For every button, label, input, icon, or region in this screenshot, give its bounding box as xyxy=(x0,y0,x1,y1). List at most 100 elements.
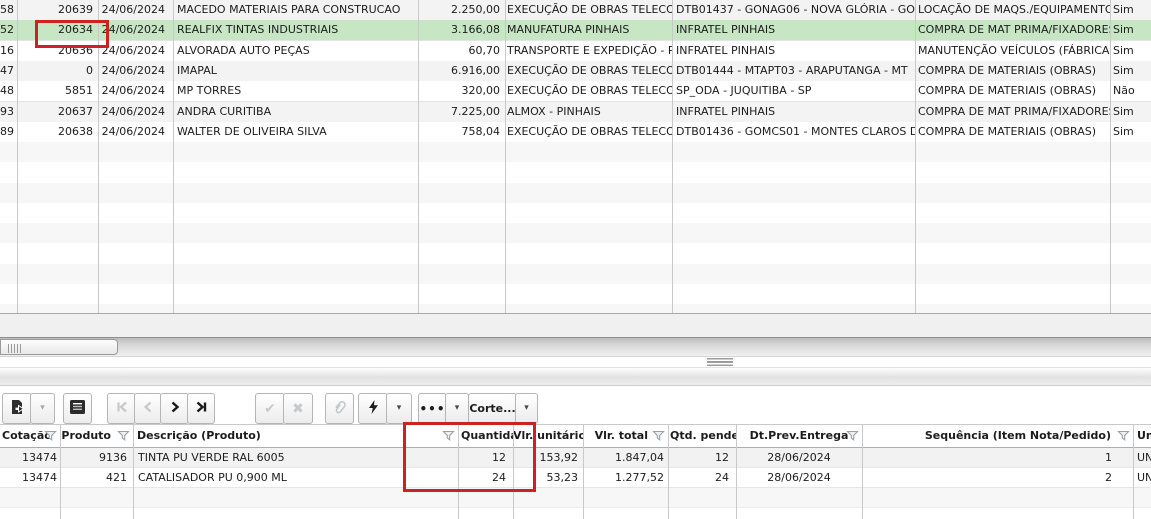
grid-cell[interactable]: TINTA PU VERDE RAL 6005 xyxy=(133,448,458,467)
grid-cell[interactable]: 93 xyxy=(0,102,17,122)
grid-cell[interactable]: 24/06/2024 xyxy=(98,122,173,142)
grid-cell[interactable]: COMPRA DE MATERIAIS (OBRAS) xyxy=(915,122,1110,142)
grid-cell[interactable]: COMPRA DE MATERIAIS (OBRAS) xyxy=(915,61,1110,81)
grid-cell[interactable]: 320,00 xyxy=(418,81,505,101)
grid-cell[interactable]: Sim xyxy=(1110,20,1151,40)
grid-cell[interactable]: Sim xyxy=(1110,122,1151,142)
grid-cell[interactable]: 20637 xyxy=(17,102,98,122)
filter-funnel-icon[interactable] xyxy=(117,430,130,445)
grid-cell[interactable]: 12 xyxy=(458,448,513,467)
grid-cell[interactable]: COMPRA DE MAT PRIMA/FIXADORES ( xyxy=(915,102,1110,122)
nav-next-button[interactable] xyxy=(160,393,189,424)
grid-cell[interactable]: 24 xyxy=(668,468,736,487)
column-header-qtd-pendente[interactable]: Qtd. pendente xyxy=(668,425,736,447)
scrollbar-thumb[interactable] xyxy=(0,339,118,355)
grid-cell[interactable]: 2.250,00 xyxy=(418,0,505,20)
grid-cell[interactable]: CATALISADOR PU 0,900 ML xyxy=(133,468,458,487)
grid-cell[interactable]: 1.277,52 xyxy=(583,468,668,487)
column-header-un[interactable]: Un xyxy=(1133,425,1151,447)
grid-cell[interactable]: 28/06/2024 xyxy=(736,468,862,487)
nav-previous-button[interactable] xyxy=(134,393,162,424)
grid-cell[interactable]: 758,04 xyxy=(418,122,505,142)
grid-cell[interactable]: 13474 xyxy=(0,448,60,467)
column-header-dt-prev-entrega[interactable]: Dt.Prev.Entrega xyxy=(736,425,862,447)
grid-cell[interactable]: 20634 xyxy=(17,20,98,40)
table-row[interactable]: 13474421CATALISADOR PU 0,900 ML2453,231.… xyxy=(0,468,1151,488)
export-dropdown-button[interactable]: ▾ xyxy=(30,393,55,424)
grid-cell[interactable]: REALFIX TINTAS INDUSTRIAIS xyxy=(173,20,418,40)
grid-cell[interactable]: INFRATEL PINHAIS xyxy=(672,20,915,40)
grid-cell[interactable]: 6.916,00 xyxy=(418,61,505,81)
column-header-vlr-unit-rio[interactable]: Vlr. unitário xyxy=(513,425,583,447)
cancel-button[interactable]: ✖ xyxy=(283,393,313,424)
corte-button[interactable]: Corte... xyxy=(468,393,517,424)
grid-cell[interactable]: 24/06/2024 xyxy=(98,81,173,101)
grid-cell[interactable]: 12 xyxy=(668,448,736,467)
grid-cell[interactable]: 1 xyxy=(862,448,1133,467)
grid-cell[interactable]: TRANSPORTE E EXPEDIÇÃO - PIN xyxy=(505,41,672,61)
grid-cell[interactable]: 53,23 xyxy=(513,468,583,487)
filter-funnel-icon[interactable] xyxy=(44,430,57,445)
grid-cell[interactable]: DTB01437 - GONAG06 - NOVA GLÓRIA - GO xyxy=(672,0,915,20)
grid-cell[interactable]: COMPRA DE MATERIAIS (OBRAS) xyxy=(915,81,1110,101)
more-actions-dropdown-button[interactable]: ▾ xyxy=(445,393,469,424)
confirm-button[interactable]: ✔ xyxy=(255,393,285,424)
corte-dropdown-button[interactable]: ▾ xyxy=(515,393,538,424)
filter-funnel-icon[interactable] xyxy=(1117,430,1130,445)
grid-cell[interactable]: ALMOX - PINHAIS xyxy=(505,102,672,122)
grid-cell[interactable]: 24/06/2024 xyxy=(98,61,173,81)
grid-cell[interactable]: 421 xyxy=(60,468,133,487)
column-header-descri-o-produto-[interactable]: Descrição (Produto) xyxy=(133,425,458,447)
grid-cell[interactable]: 1.847,04 xyxy=(583,448,668,467)
pane-splitter[interactable] xyxy=(0,356,1151,367)
export-report-button[interactable] xyxy=(2,393,32,424)
grid-cell[interactable]: UN xyxy=(1133,468,1151,487)
attachment-button[interactable] xyxy=(325,393,354,424)
grid-cell[interactable]: INFRATEL PINHAIS xyxy=(672,41,915,61)
more-actions-button[interactable]: ••• xyxy=(418,393,447,424)
splitter-handle-icon[interactable] xyxy=(707,358,733,366)
grid-cell[interactable]: SP_ODA - JUQUITIBA - SP xyxy=(672,81,915,101)
grid-cell[interactable]: 48 xyxy=(0,81,17,101)
grid-cell[interactable]: DTB01444 - MTAPT03 - ARAPUTANGA - MT xyxy=(672,61,915,81)
grid-cell[interactable]: EXECUÇÃO DE OBRAS TELECOM xyxy=(505,61,672,81)
grid-cell[interactable]: MP TORRES xyxy=(173,81,418,101)
grid-cell[interactable]: 20636 xyxy=(17,41,98,61)
grid-cell[interactable]: COMPRA DE MAT PRIMA/FIXADORES ( xyxy=(915,20,1110,40)
grid-cell[interactable]: 47 xyxy=(0,61,17,81)
quick-actions-button[interactable] xyxy=(358,393,388,424)
table-row[interactable]: 134749136TINTA PU VERDE RAL 600512153,92… xyxy=(0,448,1151,468)
grid-cell[interactable]: 2 xyxy=(862,468,1133,487)
grid-cell[interactable]: 20638 xyxy=(17,122,98,142)
grid-cell[interactable]: DTB01436 - GOMCS01 - MONTES CLAROS DE G xyxy=(672,122,915,142)
filter-funnel-icon[interactable] xyxy=(846,430,859,445)
grid-cell[interactable]: ANDRA CURITIBA xyxy=(173,102,418,122)
grid-cell[interactable]: 58 xyxy=(0,0,17,20)
grid-cell[interactable]: MACEDO MATERIAIS PARA CONSTRUCAO xyxy=(173,0,418,20)
grid-cell[interactable]: UN xyxy=(1133,448,1151,467)
grid-cell[interactable]: 24 xyxy=(458,468,513,487)
horizontal-scrollbar[interactable] xyxy=(0,337,1151,356)
grid-cell[interactable]: Não xyxy=(1110,81,1151,101)
grid-cell[interactable]: 24/06/2024 xyxy=(98,41,173,61)
grid-cell[interactable]: 28/06/2024 xyxy=(736,448,862,467)
grid-cell[interactable]: MANUTENÇÃO VEÍCULOS (FÁBRICA) xyxy=(915,41,1110,61)
grid-cell[interactable]: 3.166,08 xyxy=(418,20,505,40)
column-header-quantidade[interactable]: Quantidade xyxy=(458,425,513,447)
grid-cell[interactable]: 153,92 xyxy=(513,448,583,467)
grid-cell[interactable]: LOCAÇÃO DE MAQS./EQUIPAMENTOS xyxy=(915,0,1110,20)
grid-cell[interactable]: Sim xyxy=(1110,61,1151,81)
grid-cell[interactable]: 9136 xyxy=(60,448,133,467)
grid-cell[interactable]: 20639 xyxy=(17,0,98,20)
grid-cell[interactable]: Sim xyxy=(1110,0,1151,20)
grid-cell[interactable]: ALVORADA AUTO PEÇAS xyxy=(173,41,418,61)
grid-cell[interactable]: 7.225,00 xyxy=(418,102,505,122)
grid-cell[interactable]: 52 xyxy=(0,20,17,40)
table-view-button[interactable] xyxy=(63,393,92,424)
grid-cell[interactable]: 5851 xyxy=(17,81,98,101)
grid-cell[interactable]: Sim xyxy=(1110,102,1151,122)
nav-first-button[interactable] xyxy=(107,393,136,424)
nav-last-button[interactable] xyxy=(187,393,215,424)
grid-cell[interactable]: EXECUÇÃO DE OBRAS TELECOM xyxy=(505,0,672,20)
grid-cell[interactable]: 24/06/2024 xyxy=(98,102,173,122)
